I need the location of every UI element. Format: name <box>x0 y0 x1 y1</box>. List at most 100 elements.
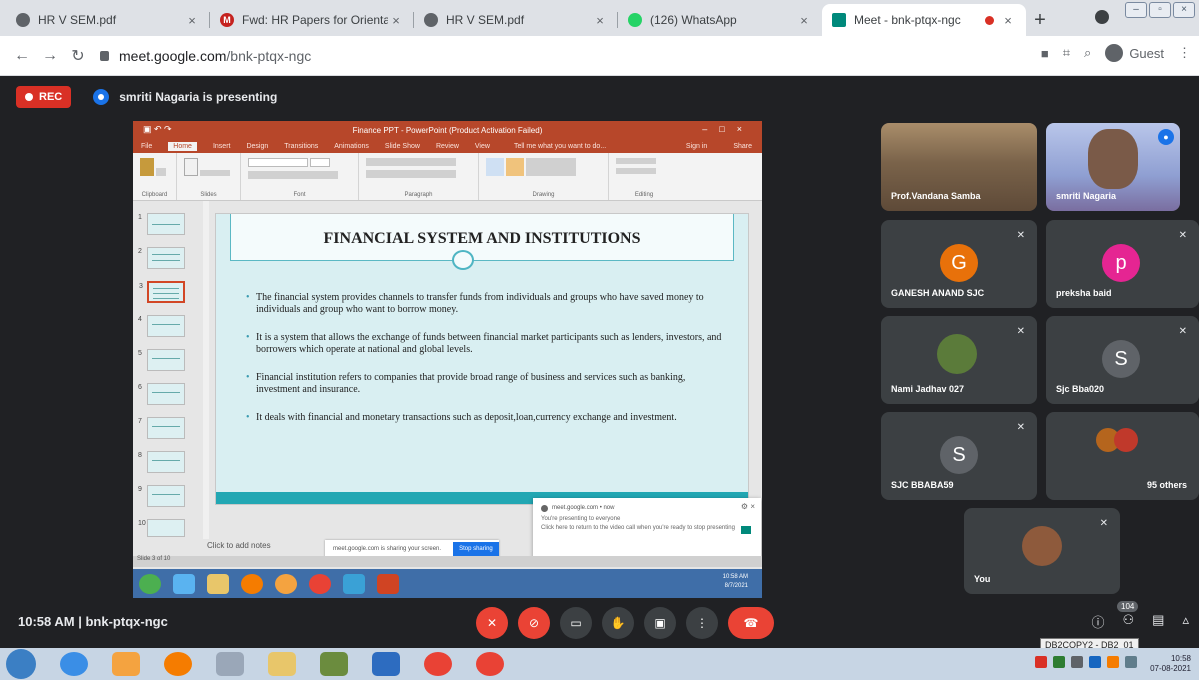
tab-hr-v-sem-2[interactable]: HR V SEM.pdf × <box>414 4 618 36</box>
slide-thumbnail[interactable]: 6 <box>138 383 185 405</box>
start-button[interactable] <box>6 649 36 679</box>
self-tile[interactable]: ✕ You <box>964 508 1120 594</box>
more-options-button[interactable]: ⋮ <box>686 607 718 639</box>
network-icon[interactable] <box>1089 656 1101 668</box>
close-icon[interactable]: × <box>1000 13 1016 28</box>
menu-animations[interactable]: Animations <box>334 143 369 150</box>
chat-icon[interactable]: ▤ <box>1152 612 1164 631</box>
camera-toggle-button[interactable]: ⊘ <box>518 607 550 639</box>
firefox-icon <box>241 573 263 594</box>
close-icon[interactable]: × <box>796 13 812 28</box>
close-icon[interactable]: × <box>592 13 608 28</box>
avatar: G <box>940 244 978 282</box>
record-icon[interactable] <box>1035 656 1047 668</box>
ie-icon[interactable] <box>60 652 88 676</box>
activities-icon[interactable]: ▵ <box>1182 612 1189 631</box>
participant-tile[interactable]: ✕ p preksha baid <box>1046 220 1199 308</box>
info-icon[interactable]: ⓘ <box>1092 612 1105 631</box>
folder-icon[interactable] <box>268 652 296 676</box>
menu-design[interactable]: Design <box>246 143 268 150</box>
new-tab-button[interactable]: + <box>1026 4 1054 36</box>
slide-title: FINANCIAL SYSTEM AND INSTITUTIONS <box>323 230 641 247</box>
zoom-icon[interactable]: ⌕ <box>1084 45 1091 61</box>
raise-hand-button[interactable]: ✋ <box>602 607 634 639</box>
avatar: S <box>1102 340 1140 378</box>
participant-tile[interactable]: Prof.Vandana Samba <box>881 123 1037 211</box>
participant-tile[interactable]: ✕ S Sjc Bba020 <box>1046 316 1199 404</box>
slide-thumbnail[interactable]: 5 <box>138 349 185 371</box>
flag-icon[interactable] <box>1107 656 1119 668</box>
profile-button[interactable]: Guest <box>1105 44 1164 62</box>
menu-icon[interactable]: ⋮ <box>1178 45 1191 61</box>
share-link[interactable]: Share <box>733 143 752 150</box>
reload-button[interactable]: ↻ <box>64 46 92 66</box>
battery-icon[interactable] <box>1125 656 1137 668</box>
people-icon[interactable]: ⚇ <box>1123 612 1135 631</box>
sign-in-link[interactable]: Sign in <box>686 143 707 150</box>
participant-tile[interactable]: ✕ Nami Jadhav 027 <box>881 316 1037 404</box>
url-field[interactable]: meet.google.com/bnk-ptqx-ngc <box>100 48 311 64</box>
shared-clock: 10:58 AM 8/7/2021 <box>722 574 748 589</box>
present-button[interactable]: ▣ <box>644 607 676 639</box>
notes-placeholder[interactable]: Click to add notes <box>207 541 271 550</box>
participant-tile-speaking[interactable]: ● smriti Nagaria <box>1046 123 1180 211</box>
chrome-icon <box>309 573 331 594</box>
menu-review[interactable]: Review <box>436 143 459 150</box>
chrome-icon[interactable] <box>476 652 504 676</box>
menu-insert[interactable]: Insert <box>213 143 231 150</box>
presenting-notification[interactable]: meet.google.com • now ⚙ × You're present… <box>533 498 761 562</box>
others-tile[interactable]: 95 others <box>1046 412 1199 500</box>
slide-thumbnail[interactable]: 8 <box>138 451 185 473</box>
menu-view[interactable]: View <box>475 143 490 150</box>
slide-thumbnail[interactable]: 1 <box>138 213 185 235</box>
tab-hr-v-sem-1[interactable]: HR V SEM.pdf × <box>6 4 210 36</box>
slide-thumbnail[interactable]: 4 <box>138 315 185 337</box>
slide-thumbnail[interactable]: 9 <box>138 485 185 507</box>
tab-gmail[interactable]: M Fwd: HR Papers for Orientation × <box>210 4 414 36</box>
maximize-button[interactable]: ▫ <box>1149 2 1171 18</box>
participant-tile[interactable]: ✕ S SJC BBABA59 <box>881 412 1037 500</box>
captions-button[interactable]: ▭ <box>560 607 592 639</box>
tell-me-box[interactable]: Tell me what you want to do... <box>514 143 606 150</box>
participant-tile[interactable]: ✕ G GANESH ANAND SJC <box>881 220 1037 308</box>
slide-thumbnail[interactable]: 2 <box>138 247 185 269</box>
slide-thumbnail[interactable]: 7 <box>138 417 185 439</box>
menu-home[interactable]: Home <box>168 141 197 151</box>
media-player-icon[interactable] <box>112 652 140 676</box>
system-clock[interactable]: 10:58 07-08-2021 <box>1150 654 1191 674</box>
shared-screen: ▣ ↶ ↷ Finance PPT - PowerPoint (Product … <box>133 121 762 598</box>
notification-line1: You're presenting to everyone <box>541 516 621 522</box>
close-icon[interactable]: × <box>388 13 404 28</box>
back-button[interactable]: ← <box>8 47 36 65</box>
slide-canvas[interactable]: FINANCIAL SYSTEM AND INSTITUTIONS The fi… <box>215 213 749 505</box>
extension-icon[interactable]: ⌗ <box>1063 45 1070 61</box>
menu-file[interactable]: File <box>141 143 152 150</box>
rec-label: REC <box>39 91 63 103</box>
slide-thumbnail-selected[interactable]: 3 <box>139 281 185 303</box>
tab-search-icon[interactable] <box>1095 10 1109 24</box>
mic-toggle-button[interactable]: ✕ <box>476 607 508 639</box>
minimize-button[interactable]: – <box>1125 2 1147 18</box>
forward-button[interactable]: → <box>36 47 64 65</box>
app-icon[interactable] <box>320 652 348 676</box>
volume-icon[interactable] <box>1071 656 1083 668</box>
slide-counter: Slide 3 of 10 <box>137 556 171 562</box>
record-dot-icon <box>25 93 33 101</box>
close-icon[interactable]: ⚙ × <box>741 502 755 511</box>
close-window-button[interactable]: × <box>1173 2 1195 18</box>
close-icon[interactable]: × <box>184 13 200 28</box>
camera-icon[interactable]: ■ <box>1041 46 1049 61</box>
menu-slide-show[interactable]: Slide Show <box>385 143 420 150</box>
security-icon[interactable] <box>1053 656 1065 668</box>
snipping-tool-icon[interactable] <box>216 652 244 676</box>
stop-sharing-button[interactable]: Stop sharing <box>453 542 499 556</box>
thumbnail-scrollbar[interactable] <box>203 201 209 539</box>
firefox-icon[interactable] <box>164 652 192 676</box>
leave-call-button[interactable]: ☎ <box>728 607 774 639</box>
tab-meet[interactable]: Meet - bnk-ptqx-ngc × <box>822 4 1026 36</box>
chrome-icon[interactable] <box>424 652 452 676</box>
tab-whatsapp[interactable]: (126) WhatsApp × <box>618 4 822 36</box>
menu-transitions[interactable]: Transitions <box>284 143 318 150</box>
db2-icon[interactable] <box>372 652 400 676</box>
slide-thumbnail[interactable]: 10 <box>138 519 185 537</box>
